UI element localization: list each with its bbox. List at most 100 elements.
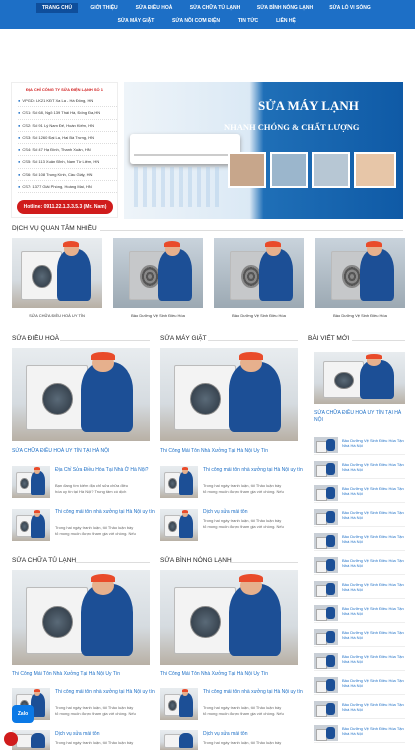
post-desc: tỏ mong muốn được tham gia với chồng. Nế… [55,531,136,536]
sidebar-item-title[interactable]: Bảo Dưỡng Vệ Sinh Điều Hòa Tận Nhà Hà Nộ… [342,678,404,688]
post-title[interactable]: Dịch vụ sửa mái tôn [55,731,99,737]
sidebar-item-title[interactable]: Bảo Dưỡng Vệ Sinh Điều Hòa Tận Nhà Hà Nộ… [342,630,404,640]
sidebar-item[interactable]: Bảo Dưỡng Vệ Sinh Điều Hòa Tận Nhà Hà Nộ… [314,458,405,479]
featured-image[interactable] [214,238,304,308]
contact-line: CS7: 1377 Giải Phóng, Hoàng Mai, HN [18,181,117,194]
sidebar-item[interactable]: Bảo Dưỡng Vệ Sinh Điều Hòa Tận Nhà Hà Nộ… [314,434,405,455]
contact-box: Địa chỉ công ty sửa điện lạnh số 1 VPGD:… [11,82,118,218]
sidebar-item-title[interactable]: Bảo Dưỡng Vệ Sinh Điều Hòa Tận Nhà Hà Nộ… [342,510,404,520]
featured-caption[interactable]: SỬA CHỮA ĐIỀU HOÀ UY TÍN [12,313,102,318]
sidebar-thumb [314,653,338,669]
nav-fridge-repair[interactable]: Sửa chữa tủ lạnh [190,5,240,11]
sidebar-item-title[interactable]: Bảo Dưỡng Vệ Sinh Điều Hòa Tận Nhà Hà Nộ… [342,486,404,496]
post-thumb[interactable] [12,509,50,541]
section-main-image[interactable] [12,348,150,441]
post-title[interactable]: Thi công mái tôn nhà xưởng tại Hà Nội uy… [203,689,303,695]
post-title[interactable]: Dịch vụ sửa mái tôn [203,731,247,737]
post-desc: tỏ mong muốn được tham gia với chồng. Nế… [203,489,284,494]
nav-water-heater[interactable]: Sửa bình nóng lạnh [257,5,313,11]
sidebar-item-title[interactable]: Bảo Dưỡng Vệ Sinh Điều Hòa Tận Nhà Hà Nộ… [342,558,404,568]
featured-caption[interactable]: Bảo Dưỡng Vệ Sinh Điều Hòa [214,313,304,318]
post-desc: Trong hai ngày tranh luận, tôi Thảo luận… [55,705,134,710]
sidebar-item[interactable]: Bảo Dưỡng Vệ Sinh Điều Hòa Tận Nhà Hà Nộ… [314,674,405,695]
sidebar-item-title[interactable]: Bảo Dưỡng Vệ Sinh Điều Hòa Tận Nhà Hà Nộ… [342,582,404,592]
divider [60,340,150,341]
nav-microwave[interactable]: Sửa lò vi sóng [329,5,370,11]
featured-image[interactable] [315,238,405,308]
banner-photo [270,152,308,188]
sidebar-item-title[interactable]: Bảo Dưỡng Vệ Sinh Điều Hòa Tận Nhà Hà Nộ… [342,726,404,736]
post-desc: hòa uy tín tại Hà Nội? Trung tâm có dịch [55,489,127,494]
post-thumb[interactable] [160,688,198,720]
sidebar-item[interactable]: Bảo Dưỡng Vệ Sinh Điều Hòa Tận Nhà Hà Nộ… [314,554,405,575]
contact-list: VPGD: LK21 KĐT Xa La - Hà Đông, HN CS1: … [18,95,117,194]
section-main-title[interactable]: Thi Công Mái Tôn Nhà Xưởng Tại Hà Nội Uy… [160,671,268,677]
nav-ac-repair[interactable]: Sửa điều hoà [136,5,173,11]
sidebar-item[interactable]: Bảo Dưỡng Vệ Sinh Điều Hòa Tận Nhà Hà Nộ… [314,530,405,551]
divider [208,340,298,341]
divider [352,340,405,341]
nav-home[interactable]: Trang chủ [36,3,78,13]
air-conditioner-image [130,134,240,164]
contact-line: CS5: Số 113 Xuân Đỉnh, Nam Từ Liêm, HN [18,156,117,169]
sidebar-thumb [314,701,338,717]
nav-contact[interactable]: Liên hệ [276,18,296,24]
nav-news[interactable]: Tin tức [238,18,258,24]
sidebar-item-title[interactable]: Bảo Dưỡng Vệ Sinh Điều Hòa Tận Nhà Hà Nộ… [342,462,404,472]
post-desc: Trong hai ngày tranh luận, tôi Thảo luận… [55,740,134,745]
post-thumb[interactable] [12,466,50,498]
section-title: Sửa bình nóng lạnh [160,557,232,564]
contact-line: CS4: Số 47 Hạ Đình, Thanh Xuân, HN [18,144,117,157]
section-main-image[interactable] [160,348,298,441]
sidebar-thumb [314,437,338,453]
post-desc: Trong hai ngày tranh luận, tôi Thảo luận… [203,705,282,710]
sidebar-item[interactable]: Bảo Dưỡng Vệ Sinh Điều Hòa Tận Nhà Hà Nộ… [314,626,405,647]
hotline-button[interactable]: Hotline: 0911.22.1.3.3.5.3 (Mr. Nam) [17,200,113,214]
featured-image[interactable] [113,238,203,308]
sidebar-item[interactable]: Bảo Dưỡng Vệ Sinh Điều Hòa Tận Nhà Hà Nộ… [314,578,405,599]
airflow-graphic [134,167,224,207]
contact-line: CS1: Số 68, Ngõ 139 Thái Hà, Đống Đa,HN [18,107,117,120]
sidebar-item-title[interactable]: Bảo Dưỡng Vệ Sinh Điều Hòa Tận Nhà Hà Nộ… [342,654,404,664]
sidebar-item[interactable]: Bảo Dưỡng Vệ Sinh Điều Hòa Tận Nhà Hà Nộ… [314,722,405,743]
sidebar-main-title[interactable]: SỬA CHỮA ĐIỀU HOÀ UY TÍN TẠI HÀ NỘI [314,410,405,424]
zalo-chat-button[interactable]: Zalo [12,705,34,723]
post-title[interactable]: Dịch vụ sửa mái tôn [203,509,247,515]
sidebar-item[interactable]: Bảo Dưỡng Vệ Sinh Điều Hòa Tận Nhà Hà Nộ… [314,650,405,671]
post-title[interactable]: Thi công mái tôn nhà xưởng tại Hà Nội uy… [55,509,155,515]
post-thumb[interactable] [160,509,198,541]
featured-image[interactable] [12,238,102,308]
section-main-image[interactable] [160,570,298,665]
sidebar-item[interactable]: Bảo Dưỡng Vệ Sinh Điều Hòa Tận Nhà Hà Nộ… [314,602,405,623]
banner-photo [228,152,266,188]
sidebar-item[interactable]: Bảo Dưỡng Vệ Sinh Điều Hòa Tận Nhà Hà Nộ… [314,506,405,527]
section-main-title[interactable]: Thi Công Mái Tôn Nhà Xưởng Tại Hà Nội Uy… [160,448,268,454]
section-main-title[interactable]: SỬA CHỮA ĐIỀU HOÀ UY TÍN TẠI HÀ NỘI [12,448,109,454]
sidebar-item-title[interactable]: Bảo Dưỡng Vệ Sinh Điều Hòa Tận Nhà Hà Nộ… [342,438,404,448]
sidebar-item[interactable]: Bảo Dưỡng Vệ Sinh Điều Hòa Tận Nhà Hà Nộ… [314,482,405,503]
banner-photo [354,152,396,188]
nav-washer[interactable]: Sửa máy giặt [118,18,155,24]
sidebar-item-title[interactable]: Bảo Dưỡng Vệ Sinh Điều Hòa Tận Nhà Hà Nộ… [342,606,404,616]
post-desc: Trong hai ngày tranh luận, tôi Thảo luận… [203,518,282,523]
post-desc: Trong hai ngày tranh luận, tôi Thảo luận… [203,483,282,488]
sidebar-item-title[interactable]: Bảo Dưỡng Vệ Sinh Điều Hòa Tận Nhà Hà Nộ… [342,702,404,712]
hero-banner[interactable]: SỬA MÁY LẠNH NHANH CHÓNG & CHẤT LƯỢNG [124,82,403,219]
section-main-image[interactable] [12,570,150,665]
post-thumb[interactable] [160,730,198,750]
section-main-title[interactable]: Thi Công Mái Tôn Nhà Xưởng Tại Hà Nội Uy… [12,671,120,677]
sidebar-thumb [314,557,338,573]
sidebar-item-title[interactable]: Bảo Dưỡng Vệ Sinh Điều Hòa Tận Nhà Hà Nộ… [342,534,404,544]
featured-caption[interactable]: Bảo Dưỡng Vệ Sinh Điều Hòa [113,313,203,318]
nav-rice-cooker[interactable]: Sửa nồi cơm điện [172,18,220,24]
featured-caption[interactable]: Bảo Dưỡng Vệ Sinh Điều Hòa [315,313,405,318]
post-title[interactable]: Thi công mái tôn nhà xưởng tại Hà Nội uy… [203,467,303,473]
nav-about[interactable]: Giới thiệu [90,5,117,11]
phone-call-icon[interactable] [4,732,18,746]
post-title[interactable]: Địa Chỉ Sửa Điều Hòa Tại Nhà Ở Hà Nội? [55,467,148,473]
post-thumb[interactable] [160,466,198,498]
post-title[interactable]: Thi công mái tôn nhà xưởng tại Hà Nội uy… [55,689,155,695]
divider [100,230,403,231]
sidebar-item[interactable]: Bảo Dưỡng Vệ Sinh Điều Hòa Tận Nhà Hà Nộ… [314,698,405,719]
sidebar-main-image[interactable] [314,352,405,404]
